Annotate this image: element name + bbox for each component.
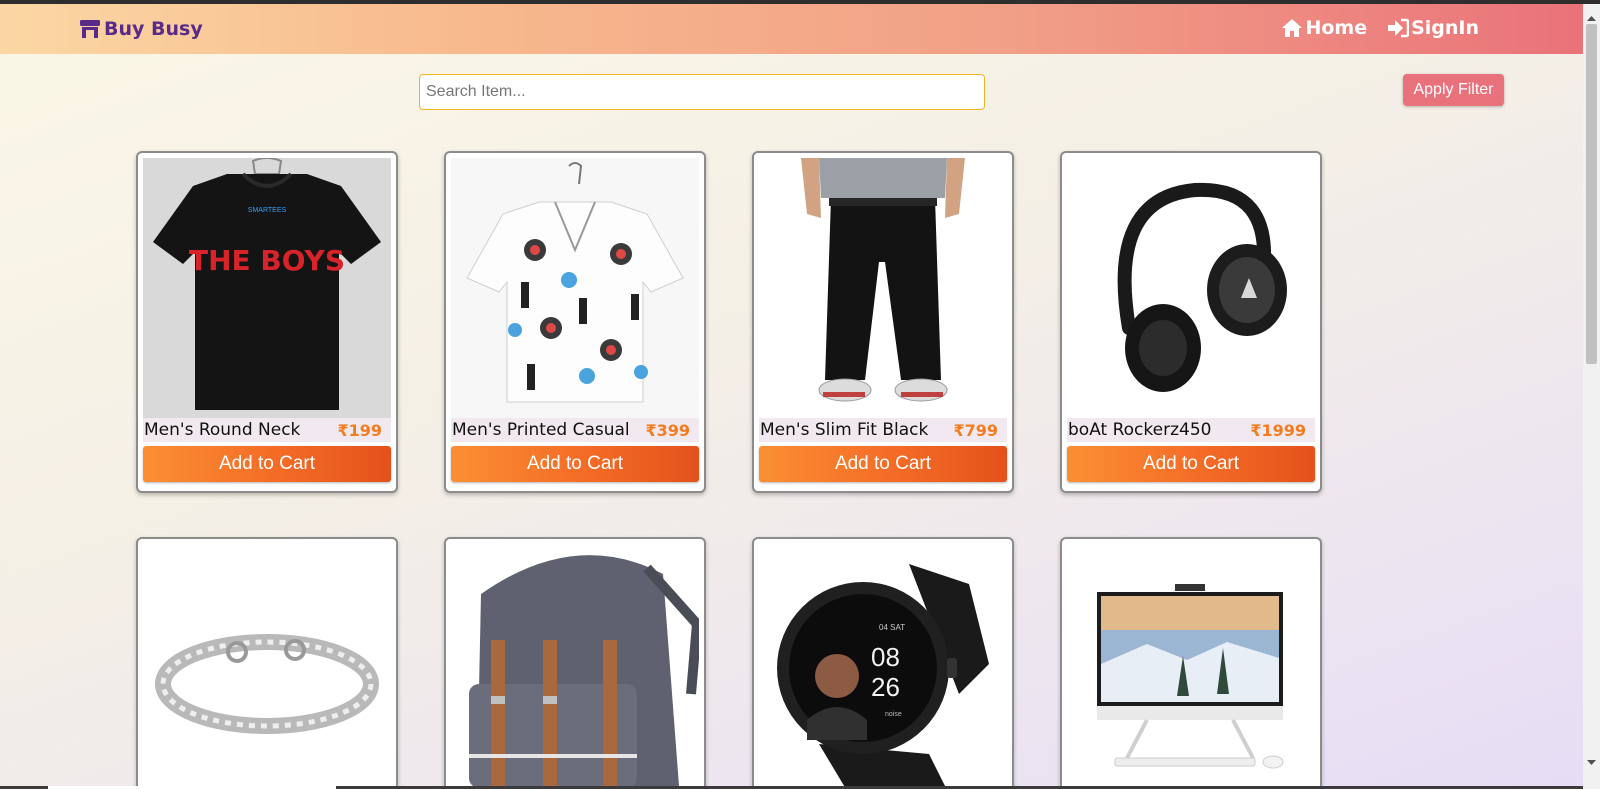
- product-price: ₹1999: [1250, 420, 1306, 440]
- nav-signin-link[interactable]: SignIn: [1387, 17, 1479, 39]
- product-image: [1067, 544, 1315, 789]
- product-name: Men's Slim Fit Black: [760, 420, 929, 440]
- bracelet-image: [143, 544, 391, 789]
- smartwatch-image: 04 SAT 08 26 noise: [759, 544, 1007, 789]
- tshirt-print-text: THE BOYS: [189, 244, 345, 277]
- nav-home-label: Home: [1305, 17, 1368, 39]
- printed-shirt-image: [451, 158, 699, 418]
- product-card: SMARTEES THE BOYS Men's Round Neck ₹199 …: [136, 151, 398, 493]
- nav-signin-label: SignIn: [1411, 17, 1479, 39]
- watch-minutes-text: 26: [871, 672, 900, 702]
- product-info: Men's Printed Casual ₹399: [451, 418, 699, 442]
- scroll-up-arrow-icon[interactable]: [1587, 14, 1596, 23]
- search-input[interactable]: [419, 74, 985, 110]
- product-card: Men's Printed Casual ₹399 Add to Cart: [444, 151, 706, 493]
- black-tshirt-image: SMARTEES THE BOYS: [143, 158, 391, 418]
- watch-brand-text: noise: [885, 711, 902, 718]
- product-image: 04 SAT 08 26 noise: [759, 544, 1007, 789]
- scroll-down-arrow-icon[interactable]: [1587, 758, 1596, 767]
- apply-filter-button[interactable]: Apply Filter: [1403, 74, 1504, 106]
- product-price: ₹799: [953, 420, 998, 440]
- add-to-cart-button[interactable]: Add to Cart: [143, 446, 391, 482]
- scrollbar-thumb[interactable]: [1586, 24, 1597, 364]
- headphones-image: [1067, 158, 1315, 418]
- black-jeans-image: [759, 158, 1007, 418]
- home-icon: [1282, 19, 1303, 37]
- add-to-cart-button[interactable]: Add to Cart: [1067, 446, 1315, 482]
- product-image: [143, 544, 391, 789]
- add-to-cart-button[interactable]: Add to Cart: [451, 446, 699, 482]
- product-price: ₹399: [645, 420, 690, 440]
- product-name: Men's Round Neck: [144, 420, 301, 440]
- product-info: boAt Rockerz450 ₹1999: [1067, 418, 1315, 442]
- product-image: [759, 158, 1007, 418]
- product-card: [1060, 537, 1322, 789]
- tshirt-brand-text: SMARTEES: [248, 207, 287, 214]
- product-price: ₹199: [337, 420, 382, 440]
- product-card: boAt Rockerz450 ₹1999 Add to Cart: [1060, 151, 1322, 493]
- signin-icon: [1388, 18, 1410, 38]
- product-card: Men's Slim Fit Black ₹799 Add to Cart: [752, 151, 1014, 493]
- product-card: 04 SAT 08 26 noise: [752, 537, 1014, 789]
- watch-day-text: 04 SAT: [879, 623, 905, 632]
- product-name: Men's Printed Casual: [452, 420, 630, 440]
- product-name: boAt Rockerz450: [1068, 420, 1212, 440]
- nav-home-link[interactable]: Home: [1281, 17, 1367, 39]
- product-card: [136, 537, 398, 789]
- add-to-cart-button[interactable]: Add to Cart: [759, 446, 1007, 482]
- nav-links: Home SignIn: [1281, 17, 1479, 39]
- product-card: [444, 537, 706, 789]
- page-scrollbar[interactable]: [1583, 4, 1600, 789]
- brand-name: Buy Busy: [104, 18, 203, 40]
- navbar: Buy Busy Home SignIn: [0, 4, 1583, 54]
- product-info: Men's Slim Fit Black ₹799: [759, 418, 1007, 442]
- product-image: SMARTEES THE BOYS: [143, 158, 391, 418]
- backpack-image: [451, 544, 699, 789]
- watch-hours-text: 08: [871, 642, 900, 672]
- product-image: [451, 544, 699, 789]
- product-image: [1067, 158, 1315, 418]
- store-icon: [80, 20, 100, 38]
- product-info: Men's Round Neck ₹199: [143, 418, 391, 442]
- brand-logo[interactable]: Buy Busy: [79, 18, 203, 40]
- desktop-computer-image: [1067, 544, 1315, 789]
- product-image: [451, 158, 699, 418]
